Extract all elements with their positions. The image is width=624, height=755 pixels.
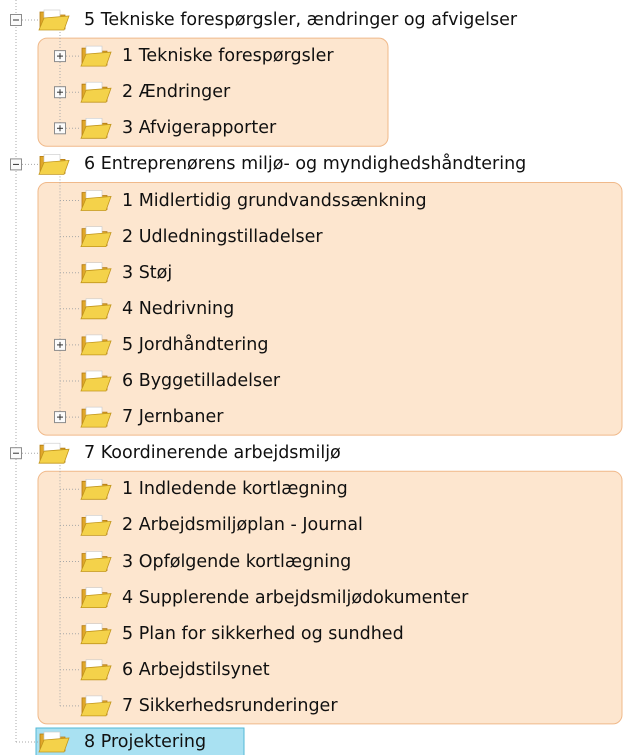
expand-plus-icon[interactable] <box>54 338 66 351</box>
expand-plus-icon[interactable] <box>54 50 66 63</box>
tree-node-label: 3 Opfølgende kortlægning <box>122 551 352 572</box>
tree-node-label: 6 Entreprenørens miljø- og myndighedshån… <box>84 154 527 175</box>
tree-node-label: 1 Indledende kortlægning <box>122 479 348 500</box>
expand-plus-icon[interactable] <box>54 122 66 135</box>
tree-node-label: 6 Byggetilladelser <box>122 371 281 391</box>
expand-plus-icon[interactable] <box>54 86 66 99</box>
tree-node-label: 8 Projektering <box>84 732 207 752</box>
tree-node-label: 2 Arbejdsmiljøplan - Journal <box>122 515 363 536</box>
tree-node-label: 5 Jordhåndtering <box>122 334 269 355</box>
open-folder-icon <box>38 154 70 175</box>
tree-node-label: 1 Tekniske forespørgsler <box>122 46 334 67</box>
tree-node-label: 3 Støj <box>122 262 173 283</box>
folder-tree: 5 Tekniske forespørgsler, ændringer og a… <box>0 0 624 755</box>
tree-node-label: 5 Plan for sikkerhed og sundhed <box>122 623 404 644</box>
tree-node-label: 6 Arbejdstilsynet <box>122 659 270 680</box>
tree-node-label: 4 Supplerende arbejdsmiljødokumenter <box>122 587 469 608</box>
tree-node-label: 7 Koordinerende arbejdsmiljø <box>84 443 341 464</box>
collapse-minus-icon[interactable] <box>10 447 22 460</box>
tree-node-label: 7 Sikkerhedsrunderinger <box>122 695 338 716</box>
tree-node-label: 7 Jernbaner <box>122 407 224 428</box>
tree-node-label: 4 Nedrivning <box>122 298 235 319</box>
collapse-minus-icon[interactable] <box>10 14 22 26</box>
collapse-minus-icon[interactable] <box>10 158 22 171</box>
tree-node-label: 5 Tekniske forespørgsler, ændringer og a… <box>84 10 518 30</box>
open-folder-icon <box>38 442 70 464</box>
tree-node-label: 3 Afvigerapporter <box>122 118 277 139</box>
expand-plus-icon[interactable] <box>54 411 66 424</box>
tree-node-label: 2 Ændringer <box>122 82 231 103</box>
tree-node-label: 1 Midlertidig grundvandssænkning <box>122 190 427 211</box>
open-folder-icon <box>38 9 70 31</box>
tree-node-label: 2 Udledningstilladelser <box>122 226 323 247</box>
